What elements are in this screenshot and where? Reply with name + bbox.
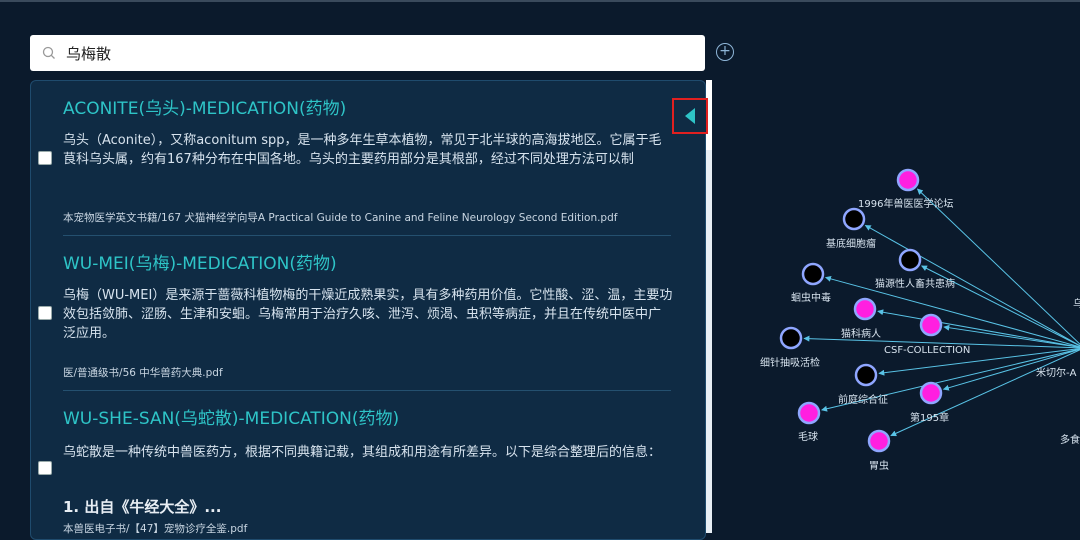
result-checkbox[interactable] [38, 461, 52, 475]
result-description: 乌梅（WU-MEI）是来源于蔷薇科植物梅的干燥近成熟果实，具有多种药用价值。它性… [63, 288, 673, 341]
plus-icon: + [719, 43, 731, 59]
graph-node[interactable] [919, 381, 943, 405]
edge-label: 多食 [1060, 433, 1080, 446]
add-button[interactable]: + [716, 43, 734, 61]
result-source[interactable]: 本宠物医学英文书籍/167 犬猫神经学向导A Practical Guide t… [63, 210, 617, 225]
result-title[interactable]: ACONITE(乌头)-MEDICATION(药物) [63, 94, 346, 119]
graph-node[interactable] [853, 297, 877, 321]
search-icon [42, 46, 55, 59]
graph-node-label: 第195章 [910, 411, 949, 424]
knowledge-graph[interactable]: 1996年兽医医学论坛基底细胞瘤猫源性人畜共患病蛔虫中毒猫科病人CSF-COLL… [712, 80, 1080, 533]
edge-label: 米切尔-A [1036, 366, 1077, 379]
edge-label: 乌 [1073, 297, 1080, 310]
graph-node-label: 胃虫 [869, 460, 889, 472]
search-input[interactable] [64, 43, 668, 63]
result-checkbox[interactable] [38, 151, 52, 165]
result-title[interactable]: WU-SHE-SAN(乌蛇散)-MEDICATION(药物) [63, 404, 399, 429]
result-title[interactable]: WU-MEI(乌梅)-MEDICATION(药物) [63, 249, 337, 274]
graph-node[interactable] [898, 248, 922, 272]
graph-node-label: 毛球 [798, 430, 818, 443]
collapse-panel-button[interactable] [672, 98, 708, 134]
result-source[interactable]: 医/普通级书/56 中华兽药大典.pdf [63, 365, 223, 380]
graph-node-label: 猫源性人畜共患病 [875, 277, 955, 290]
graph-node[interactable] [779, 326, 803, 350]
result-description: 乌蛇散是一种传统中兽医药方，根据不同典籍记载，其组成和用途有所差异。以下是综合整… [63, 445, 662, 460]
triangle-left-icon [685, 108, 695, 124]
result-description: 乌头（Aconite），又称aconitum spp，是一种多年生草本植物，常见… [63, 133, 662, 167]
graph-node[interactable] [801, 262, 825, 286]
graph-node[interactable] [854, 363, 878, 387]
result-source[interactable]: 本兽医电子书/【47】宠物诊疗全鉴.pdf [63, 521, 247, 536]
graph-node-label: 细针抽吸活检 [760, 356, 820, 369]
graph-nodes: 1996年兽医医学论坛基底细胞瘤猫源性人畜共患病蛔虫中毒猫科病人CSF-COLL… [760, 168, 970, 472]
graph-node-label: CSF-COLLECTION [884, 345, 970, 356]
graph-node[interactable] [797, 401, 821, 425]
graph-node-label: 猫科病人 [841, 327, 881, 340]
graph-node[interactable] [896, 168, 920, 192]
search-bar[interactable] [30, 35, 705, 71]
graph-node-label: 1996年兽医医学论坛 [858, 197, 953, 210]
graph-node-label: 基底细胞瘤 [826, 237, 876, 250]
result-checkbox[interactable] [38, 306, 52, 320]
graph-node-label: 前庭综合征 [838, 393, 888, 406]
graph-node[interactable] [919, 313, 943, 337]
graph-node-label: 蛔虫中毒 [791, 291, 831, 304]
graph-node[interactable] [842, 207, 866, 231]
divider [63, 235, 671, 236]
divider [63, 390, 671, 391]
graph-node[interactable] [867, 429, 891, 453]
result-subheading: 1. 出自《牛经大全》... [63, 498, 222, 516]
